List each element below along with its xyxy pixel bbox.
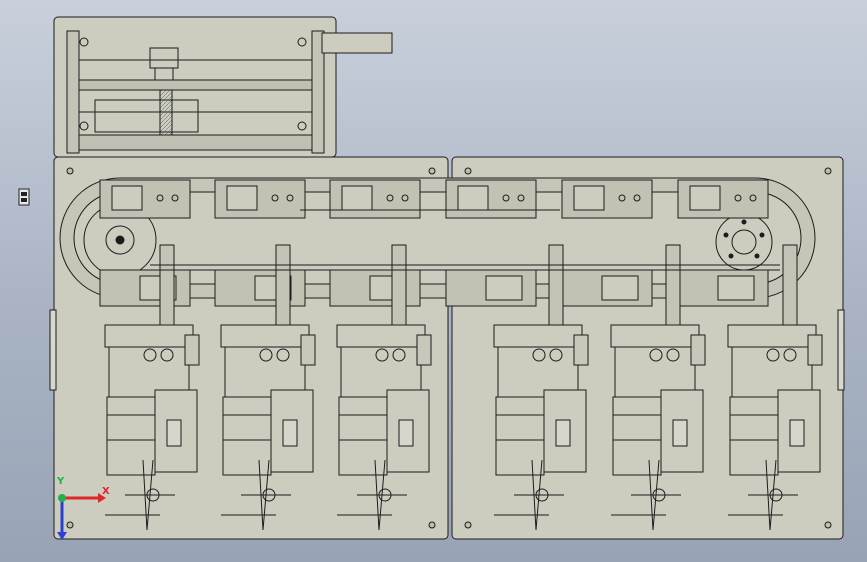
x-axis-label: X <box>102 486 110 497</box>
carrier-bottom <box>214 269 306 307</box>
carrier-bottom <box>677 269 769 307</box>
cad-assembly-drawing[interactable] <box>0 0 867 562</box>
carrier-top <box>329 179 421 219</box>
carrier-bottom <box>445 269 537 307</box>
axis-triad: X Y <box>50 476 114 544</box>
carrier-top <box>214 179 306 219</box>
carrier-top <box>445 179 537 219</box>
carrier-top <box>561 179 653 219</box>
upper-frame <box>53 16 393 158</box>
carrier-bottom <box>99 269 191 307</box>
carrier-top <box>677 179 769 219</box>
y-axis-label: Y <box>57 476 65 487</box>
carrier-top <box>99 179 191 219</box>
graphics-viewport[interactable]: X Y <box>0 0 867 562</box>
cad-assembly-icon[interactable] <box>18 188 30 206</box>
carrier-bottom <box>561 269 653 307</box>
